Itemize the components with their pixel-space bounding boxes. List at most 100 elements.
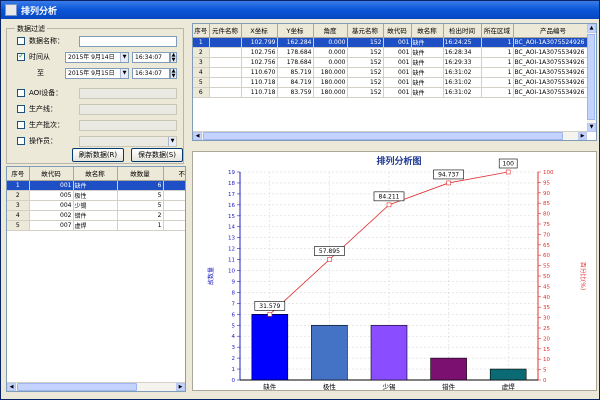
table-cell[interactable]: 极性 xyxy=(73,190,118,201)
chevron-down-icon[interactable]: ▼ xyxy=(168,137,176,146)
table-cell[interactable] xyxy=(209,67,242,78)
refresh-button[interactable]: 刷新数据(R) xyxy=(72,148,124,162)
data-name-field[interactable] xyxy=(79,36,177,47)
table-cell[interactable]: 102.799 xyxy=(241,37,278,48)
table-cell[interactable] xyxy=(163,180,185,191)
table-cell[interactable]: 002 xyxy=(29,210,74,221)
table-cell[interactable] xyxy=(163,190,185,201)
scroll-down-icon[interactable]: ▼ xyxy=(587,123,596,132)
table-cell[interactable]: 152 xyxy=(347,37,384,48)
table-cell[interactable]: 162.284 xyxy=(277,37,314,48)
table-cell[interactable]: BC_AOI-1A3075524926 xyxy=(513,37,594,48)
table-cell[interactable]: 1 xyxy=(481,87,514,98)
top-column-header[interactable]: 元件名称 xyxy=(209,24,242,38)
top-column-header[interactable]: 基元名称 xyxy=(347,24,384,38)
table-cell[interactable]: 84.719 xyxy=(277,77,314,88)
table-cell[interactable]: 缺件 xyxy=(411,37,444,48)
table-row[interactable]: 4 110.670 85.719 180.000 152 001 缺件 16:31:02 1 BC… xyxy=(193,67,594,78)
line-select[interactable] xyxy=(79,104,177,115)
operator-checkbox[interactable] xyxy=(17,137,25,145)
table-cell[interactable]: 001 xyxy=(29,180,74,191)
top-column-header[interactable]: X坐标 xyxy=(241,24,278,38)
table-cell[interactable]: 虚焊 xyxy=(73,220,118,231)
chevron-down-icon[interactable]: ▼ xyxy=(120,53,128,62)
table-cell[interactable]: 缺件 xyxy=(411,47,444,58)
table-cell[interactable]: 2 xyxy=(193,47,210,58)
table-cell[interactable]: 005 xyxy=(29,190,74,201)
table-cell[interactable]: 180.000 xyxy=(313,77,348,88)
table-cell[interactable]: 1 xyxy=(481,77,514,88)
table-cell[interactable]: 缺件 xyxy=(411,87,444,98)
table-cell[interactable]: 1 xyxy=(481,57,514,68)
scroll-left-icon[interactable]: ◀ xyxy=(193,132,202,140)
table-row[interactable]: 1 102.799 162.284 0.000 152 001 缺件 16:24:25 1 BC_… xyxy=(193,37,594,48)
from-date-picker[interactable]: 2015年 9月14日 ▼ xyxy=(65,52,129,63)
table-row[interactable]: 3 102.756 178.684 0.000 152 001 缺件 16:29:33 1 BC_… xyxy=(193,57,594,68)
top-column-header[interactable]: 故代码 xyxy=(383,24,412,38)
table-cell[interactable] xyxy=(163,220,185,231)
top-column-header[interactable]: 序号 xyxy=(193,24,210,38)
save-button[interactable]: 保存数据(S) xyxy=(131,148,183,162)
table-cell[interactable]: 2 xyxy=(7,190,30,201)
table-cell[interactable]: 007 xyxy=(29,220,74,231)
to-date-picker[interactable]: 2015年 9月15日 ▼ xyxy=(65,68,129,79)
table-cell[interactable]: 6 xyxy=(193,87,210,98)
table-row[interactable]: 1 001 缺件 6 xyxy=(7,180,185,191)
left-column-header[interactable]: 故数量 xyxy=(117,167,164,181)
table-cell[interactable]: BC_AOI-1A3075534926 xyxy=(513,77,594,88)
table-cell[interactable]: 16:31:02 xyxy=(443,87,482,98)
from-time-field[interactable]: 16:34:07 xyxy=(132,52,170,63)
table-row[interactable]: 2 102.756 178.684 0.000 152 001 缺件 16:28:34 1 BC_… xyxy=(193,47,594,58)
left-column-header[interactable]: 故代码 xyxy=(29,167,74,181)
table-cell[interactable]: 16:31:02 xyxy=(443,77,482,88)
operator-select[interactable]: ▼ xyxy=(79,136,177,147)
time-checkbox[interactable] xyxy=(17,51,25,61)
table-cell[interactable]: 102.756 xyxy=(241,57,278,68)
table-cell[interactable]: 83.759 xyxy=(277,87,314,98)
table-cell[interactable]: 缺件 xyxy=(411,57,444,68)
aoi-select[interactable] xyxy=(79,88,177,99)
table-cell[interactable]: 001 xyxy=(383,57,412,68)
batch-checkbox[interactable] xyxy=(17,121,25,129)
chevron-down-icon[interactable]: ▼ xyxy=(120,69,128,78)
table-cell[interactable]: 5 xyxy=(193,77,210,88)
table-cell[interactable] xyxy=(163,210,185,221)
table-cell[interactable]: 85.719 xyxy=(277,67,314,78)
table-cell[interactable]: 3 xyxy=(193,57,210,68)
table-cell[interactable] xyxy=(209,77,242,88)
table-cell[interactable] xyxy=(209,87,242,98)
table-cell[interactable]: 001 xyxy=(383,67,412,78)
table-row[interactable]: 2 005 极性 5 xyxy=(7,190,185,201)
scroll-left-icon[interactable]: ◀ xyxy=(7,383,16,391)
table-cell[interactable]: 1 xyxy=(481,67,514,78)
batch-select[interactable] xyxy=(79,120,177,131)
scroll-thumb[interactable] xyxy=(203,132,563,140)
table-cell[interactable]: 缺件 xyxy=(411,77,444,88)
to-time-spinner[interactable]: ▲ ▼ xyxy=(170,68,177,79)
scroll-thumb[interactable] xyxy=(17,383,137,391)
table-cell[interactable] xyxy=(209,37,242,48)
table-row[interactable]: 6 110.718 83.759 180.000 152 001 缺件 16:31:02 1 BC… xyxy=(193,87,594,98)
table-cell[interactable]: 16:29:33 xyxy=(443,57,482,68)
table-cell[interactable]: 180.000 xyxy=(313,87,348,98)
top-column-header[interactable]: 检出时间 xyxy=(443,24,482,38)
to-time-field[interactable]: 16:34:07 xyxy=(132,68,170,79)
table-cell[interactable]: 1 xyxy=(193,37,210,48)
table-cell[interactable]: 152 xyxy=(347,77,384,88)
table-cell[interactable]: 0.000 xyxy=(313,57,348,68)
table-cell[interactable]: 3 xyxy=(7,200,30,211)
table-cell[interactable] xyxy=(209,57,242,68)
table-cell[interactable]: 001 xyxy=(383,47,412,58)
top-table-hscroll[interactable]: ◀ ▶ xyxy=(193,131,587,140)
scroll-thumb[interactable] xyxy=(587,34,595,120)
scroll-right-icon[interactable]: ▶ xyxy=(176,383,185,391)
table-cell[interactable]: 1 xyxy=(7,180,30,191)
top-column-header[interactable]: 产品编号 xyxy=(513,24,594,38)
top-column-header[interactable]: 所在区域 xyxy=(481,24,514,38)
table-cell[interactable]: 180.000 xyxy=(313,67,348,78)
table-cell[interactable]: 110.670 xyxy=(241,67,278,78)
table-cell[interactable]: 6 xyxy=(117,180,164,191)
table-cell[interactable]: 2 xyxy=(117,210,164,221)
scroll-up-icon[interactable]: ▲ xyxy=(587,24,596,33)
table-cell[interactable]: 4 xyxy=(7,210,30,221)
